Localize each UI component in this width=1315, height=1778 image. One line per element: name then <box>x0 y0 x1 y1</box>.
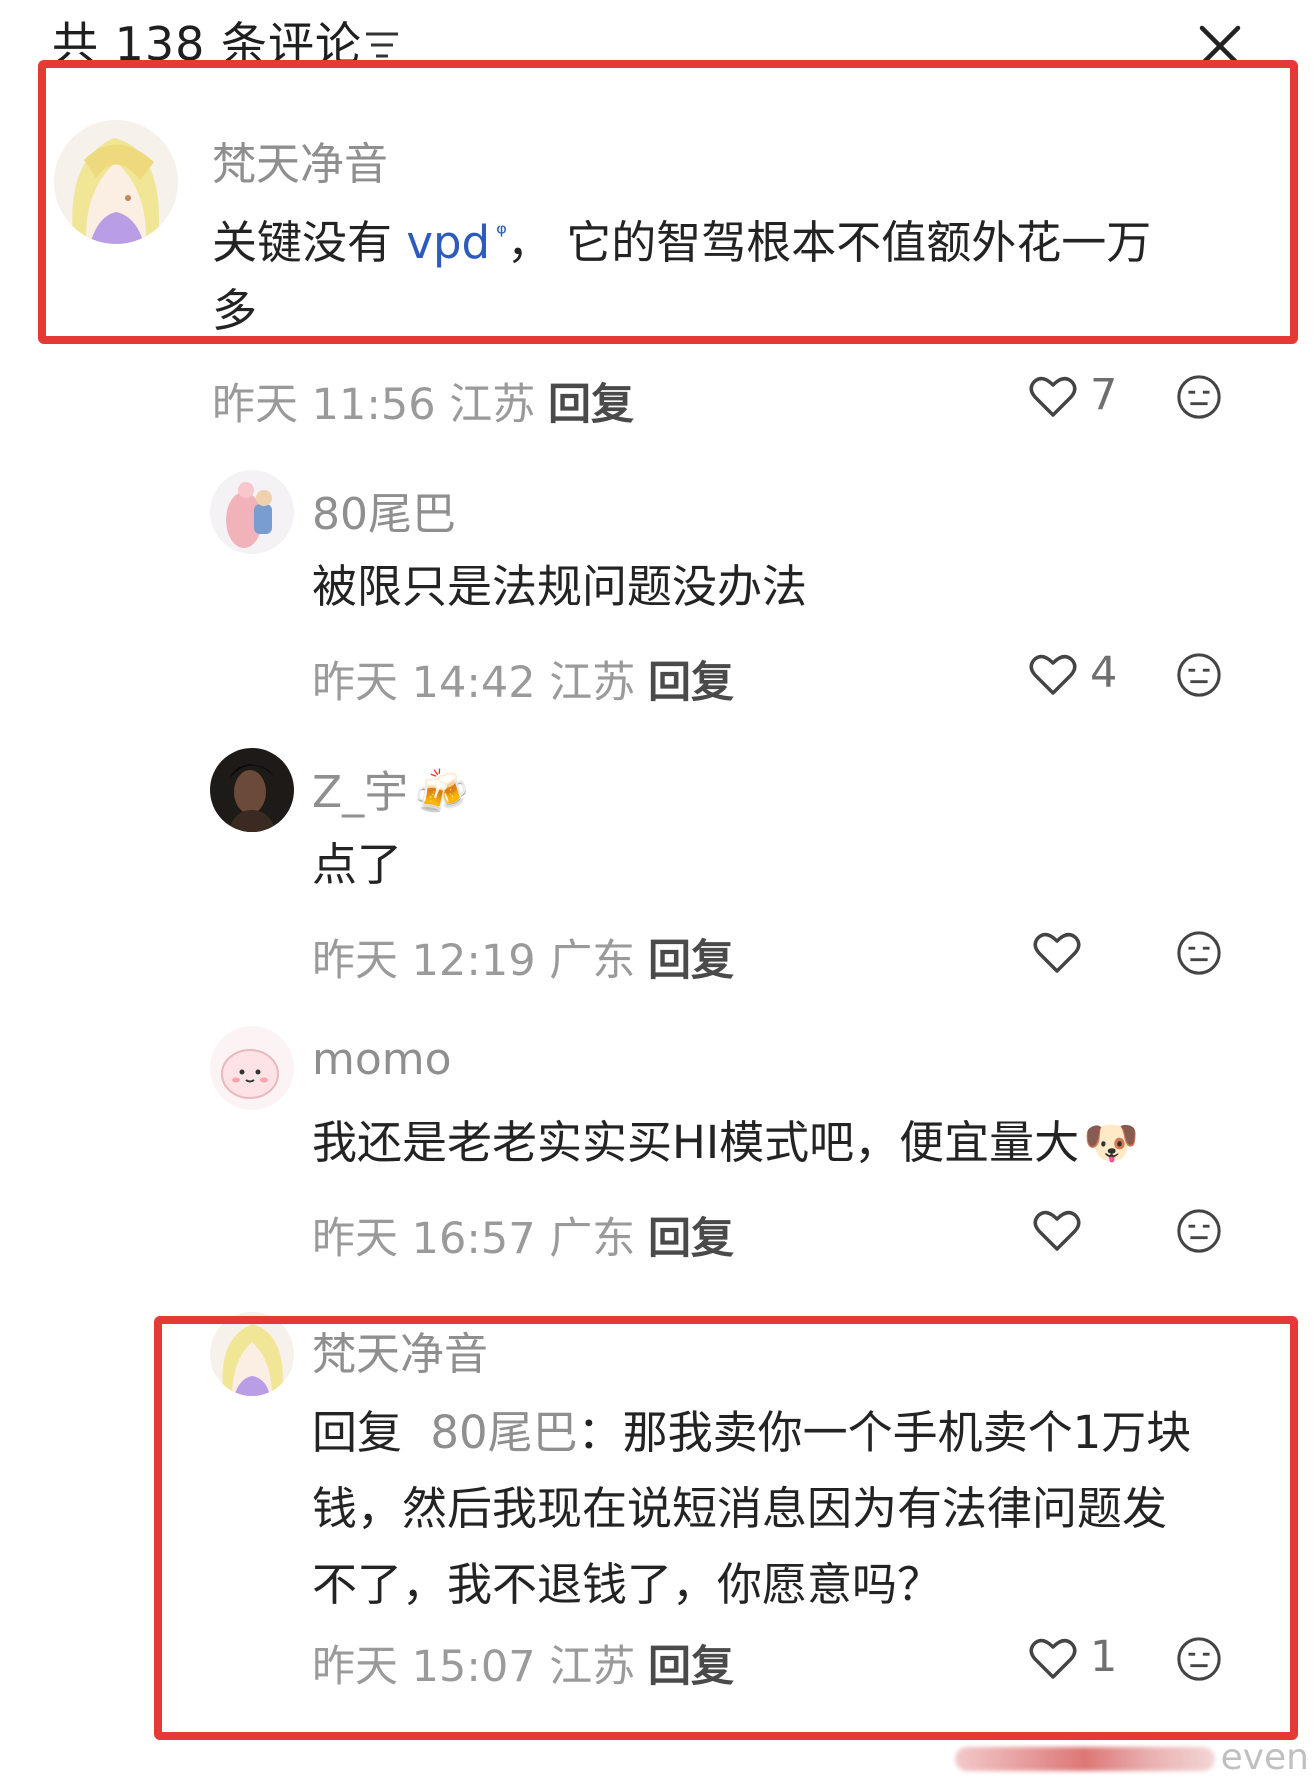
search-icon[interactable]: ᵠ <box>496 219 507 249</box>
reply-prefix: 回复 <box>312 1406 403 1459</box>
comment-text: 我还是老老实实买HI模式吧，便宜量大🐶 <box>312 1104 1139 1181</box>
close-icon[interactable] <box>1196 22 1244 70</box>
emoji-sticker: 🐶 <box>1083 1116 1140 1169</box>
comment-meta: 昨天 11:56 江苏 <box>212 380 536 430</box>
heart-outline-icon[interactable] <box>1032 929 1082 975</box>
comment-meta: 昨天 14:42 江苏 <box>312 658 636 708</box>
comment-text-part: 我还是老老实实买HI模式吧，便宜量大 <box>312 1116 1080 1169</box>
comment-text: 被限只是法规问题没办法 <box>312 560 808 613</box>
heart-outline-icon[interactable] <box>1028 1635 1078 1681</box>
reply-button[interactable]: 回复 <box>648 648 734 710</box>
comment-text-line: 多 <box>212 284 258 337</box>
like-count: 7 <box>1090 370 1118 420</box>
watermark-blur <box>954 1747 1215 1771</box>
heart-outline-icon[interactable] <box>1032 1207 1082 1253</box>
comment-meta: 昨天 12:19 广东 <box>312 936 636 986</box>
search-link[interactable]: vpd <box>406 216 490 269</box>
like-count: 1 <box>1090 1632 1118 1682</box>
comment-text: 回复 80尾巴：那我卖你一个手机卖个1万块 <box>312 1394 1191 1471</box>
avatar[interactable] <box>210 748 294 832</box>
comment-text-line: 钱，然后我现在说短消息因为有法律问题发 <box>312 1482 1168 1535</box>
reply-button[interactable]: 回复 <box>648 1632 734 1694</box>
comment-count-title: 共 138 条评论 <box>52 17 363 71</box>
meh-face-icon[interactable] <box>1176 652 1222 698</box>
avatar[interactable] <box>210 470 294 554</box>
heart-outline-icon[interactable] <box>1028 373 1078 419</box>
username-text: Z_宇 <box>312 767 409 818</box>
comment-meta: 昨天 15:07 江苏 <box>312 1642 636 1692</box>
avatar[interactable] <box>210 1026 294 1110</box>
meh-face-icon[interactable] <box>1176 1636 1222 1682</box>
comment-text-part: ， 它的智驾根本不值额外花一万 <box>506 216 1152 269</box>
avatar[interactable] <box>54 120 178 244</box>
comment-text-part: ：那我卖你一个手机卖个1万块 <box>577 1406 1192 1459</box>
comment-text-part: 关键没有 <box>212 216 407 269</box>
comment-text-line: 不了，我不退钱了，你愿意吗？ <box>312 1558 943 1611</box>
beer-emoji: 🍻 <box>414 767 469 818</box>
sort-lines-icon[interactable] <box>362 28 402 62</box>
comment-username[interactable]: Z_宇 🍻 <box>312 756 469 820</box>
avatar[interactable] <box>210 1312 294 1396</box>
comment-text: 关键没有 vpd ᵠ， 它的智驾根本不值额外花一万 <box>212 196 1242 281</box>
comment-meta: 昨天 16:57 广东 <box>312 1214 636 1264</box>
comment-username[interactable]: 梵天净音 <box>312 1318 488 1382</box>
meh-face-icon[interactable] <box>1176 1208 1222 1254</box>
like-count: 4 <box>1090 648 1118 698</box>
heart-outline-icon[interactable] <box>1028 651 1078 697</box>
comment-username[interactable]: momo <box>312 1034 452 1085</box>
reply-button[interactable]: 回复 <box>648 1204 734 1266</box>
watermark: even <box>954 1737 1309 1778</box>
reply-button[interactable]: 回复 <box>648 926 734 988</box>
meh-face-icon[interactable] <box>1176 930 1222 976</box>
comment-text: 点了 <box>312 838 403 891</box>
comment-username[interactable]: 梵天净音 <box>212 128 388 192</box>
reply-target-user[interactable]: 80尾巴 <box>430 1406 577 1459</box>
watermark-text: even <box>1220 1737 1309 1778</box>
comment-username[interactable]: 80尾巴 <box>312 478 456 542</box>
meh-face-icon[interactable] <box>1176 374 1222 420</box>
reply-button[interactable]: 回复 <box>548 370 634 432</box>
